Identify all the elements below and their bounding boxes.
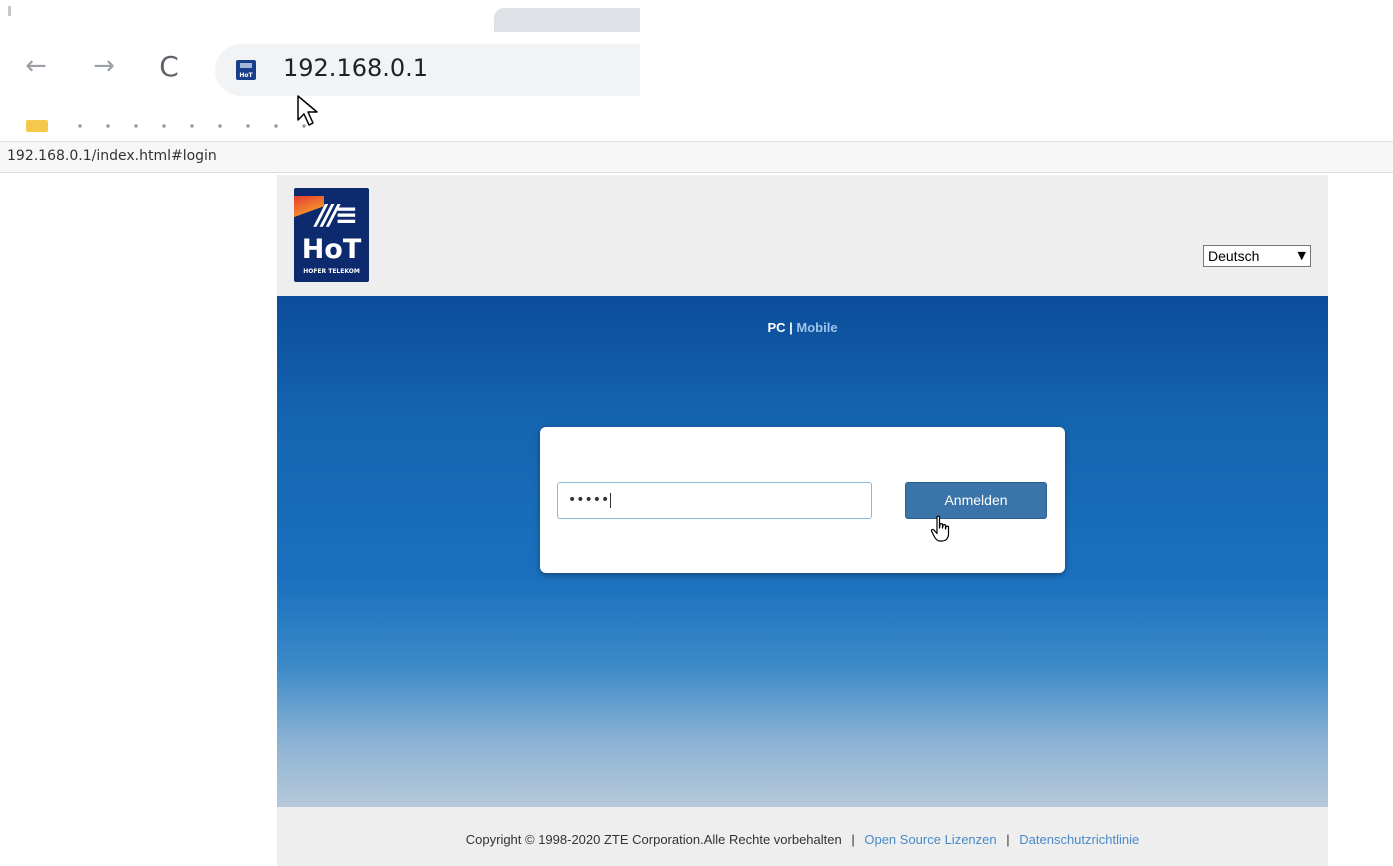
footer-separator: |	[1006, 832, 1010, 847]
status-url: 192.168.0.1/index.html#login	[7, 148, 217, 164]
language-select[interactable]: Deutsch ▼	[1203, 245, 1311, 267]
footer-separator: |	[851, 832, 855, 847]
privacy-link[interactable]: Datenschutzrichtlinie	[1019, 832, 1139, 847]
bookmarks-bar	[26, 118, 636, 132]
copyright-text: Copyright © 1998-2020 ZTE Corporation.Al…	[465, 832, 842, 847]
status-url-bar: 192.168.0.1/index.html#login	[0, 141, 1393, 173]
browser-tab[interactable]	[494, 8, 640, 32]
bookmark-label-blurred	[66, 122, 316, 130]
login-background: PC | Mobile ••••• Anmelden	[277, 296, 1328, 807]
tab-edge	[8, 6, 11, 16]
hot-logo: ///≡ HoT HOFER TELEKOM	[294, 188, 369, 282]
page-header: ///≡ HoT HOFER TELEKOM Deutsch ▼	[277, 175, 1328, 296]
open-source-link[interactable]: Open Source Lizenzen	[864, 832, 996, 847]
address-bar-url[interactable]: 192.168.0.1	[283, 54, 428, 82]
back-arrow-icon[interactable]: ←	[18, 48, 54, 84]
address-bar[interactable]: HoT 192.168.0.1	[215, 44, 640, 96]
password-value: •••••	[568, 492, 610, 508]
language-selected: Deutsch	[1208, 248, 1260, 264]
login-button[interactable]: Anmelden	[905, 482, 1047, 519]
mode-separator: |	[789, 320, 793, 335]
page-footer: Copyright © 1998-2020 ZTE Corporation.Al…	[277, 807, 1328, 866]
password-input[interactable]: •••••	[557, 482, 872, 519]
login-card: ••••• Anmelden	[540, 427, 1065, 573]
folder-icon[interactable]	[26, 120, 48, 132]
text-caret	[610, 492, 612, 508]
reload-icon[interactable]: C	[151, 48, 187, 84]
chevron-down-icon: ▼	[1297, 249, 1306, 262]
mobile-mode-link[interactable]: Mobile	[796, 320, 837, 335]
site-favicon-icon: HoT	[236, 60, 256, 80]
router-login-page: ///≡ HoT HOFER TELEKOM Deutsch ▼ PC | Mo…	[277, 175, 1328, 866]
hand-pointer-icon	[930, 515, 950, 542]
browser-chrome: ← → C HoT 192.168.0.1	[0, 0, 640, 140]
pc-mode-link[interactable]: PC	[767, 320, 785, 335]
view-mode-switch: PC | Mobile	[277, 320, 1328, 335]
forward-arrow-icon[interactable]: →	[86, 48, 122, 84]
